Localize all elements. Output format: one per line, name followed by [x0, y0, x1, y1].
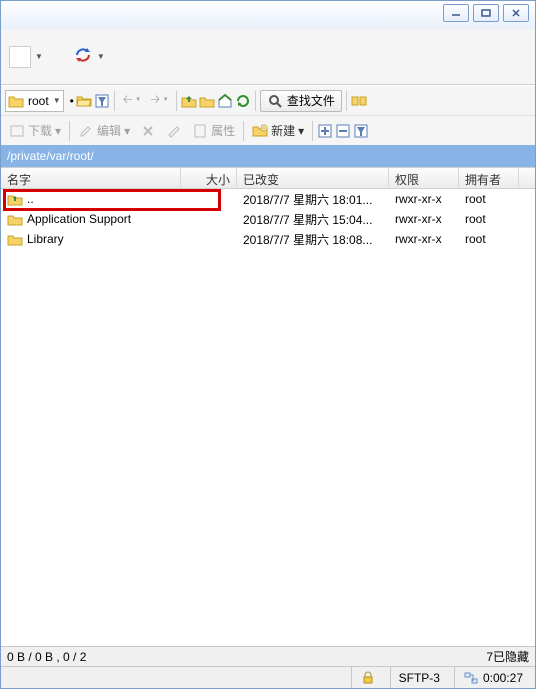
download-icon [9, 123, 25, 139]
address-combo[interactable]: root ▼ [5, 90, 64, 112]
maximize-button[interactable] [473, 4, 499, 22]
column-headers[interactable]: 名字 大小 已改变 权限 拥有者 [1, 167, 535, 189]
filter-icon[interactable] [94, 93, 110, 109]
refresh-dropdown[interactable]: ▼ [73, 45, 105, 68]
list-item[interactable]: Application Support 2018/7/7 星期六 15:04...… [1, 209, 535, 229]
parent-folder-icon[interactable] [181, 93, 197, 109]
edit-icon [78, 123, 94, 139]
download-button[interactable]: 下载 ▾ [5, 120, 65, 141]
file-name: Application Support [27, 212, 131, 226]
protocol-label: SFTP-3 [399, 671, 440, 685]
rename-button[interactable] [162, 121, 186, 141]
status-right: 7已隐藏 [486, 648, 529, 665]
home-icon[interactable] [217, 93, 233, 109]
list-item[interactable]: Library 2018/7/7 星期六 18:08...rwxr-xr-xroo… [1, 229, 535, 249]
connection-icon [463, 670, 479, 686]
col-size[interactable]: 大小 [181, 168, 237, 188]
reload-icon[interactable] [235, 93, 251, 109]
find-files-button[interactable]: 查找文件 [260, 90, 342, 112]
col-owner[interactable]: 拥有者 [459, 168, 519, 188]
file-modified: 2018/7/7 星期六 18:01... [237, 191, 389, 208]
minus-box-icon[interactable] [335, 123, 351, 139]
file-name: Library [27, 232, 64, 246]
folder-icon [7, 232, 23, 246]
new-folder-icon [252, 123, 268, 139]
col-perm[interactable]: 权限 [389, 168, 459, 188]
file-list[interactable]: ..2018/7/7 星期六 18:01...rwxr-xr-xrootAppl… [1, 189, 535, 646]
open-folder-icon[interactable] [76, 93, 92, 109]
sync-icon[interactable] [351, 93, 367, 109]
plus-box-icon[interactable] [317, 123, 333, 139]
path-text: /private/var/root/ [7, 149, 94, 163]
search-icon [267, 93, 283, 109]
folder-icon [7, 212, 23, 226]
file-modified: 2018/7/7 星期六 18:08... [237, 231, 389, 248]
properties-icon [192, 123, 208, 139]
file-owner: root [459, 232, 519, 246]
folder-up-icon [7, 192, 23, 206]
forward-button[interactable]: 🡢 ▾ [146, 88, 172, 113]
address-text: root [24, 94, 53, 108]
find-files-label: 查找文件 [287, 92, 335, 109]
delete-icon [140, 123, 156, 139]
file-name: .. [27, 192, 34, 206]
close-button[interactable] [503, 4, 529, 22]
edit-button[interactable]: 编辑 ▾ [74, 120, 134, 141]
file-modified: 2018/7/7 星期六 15:04... [237, 211, 389, 228]
time-label: 0:00:27 [483, 671, 523, 685]
refresh-icon [73, 45, 93, 68]
col-modified[interactable]: 已改变 [237, 168, 389, 188]
session-dropdown[interactable]: ▼ [9, 46, 43, 68]
file-owner: root [459, 192, 519, 206]
new-button[interactable]: 新建 ▾ [248, 120, 308, 141]
col-name[interactable]: 名字 [1, 168, 181, 188]
file-perm: rwxr-xr-x [389, 212, 459, 226]
delete-button[interactable] [136, 121, 160, 141]
folder-icon [8, 94, 24, 108]
minimize-button[interactable] [443, 4, 469, 22]
properties-button[interactable]: 属性 [188, 120, 239, 141]
root-folder-icon[interactable] [199, 93, 215, 109]
back-button[interactable]: 🡠 ▾ [119, 88, 145, 113]
path-bar: /private/var/root/ [1, 145, 535, 167]
filter-box-icon[interactable] [353, 123, 369, 139]
status-left: 0 B / 0 B , 0 / 2 [7, 650, 86, 664]
file-perm: rwxr-xr-x [389, 232, 459, 246]
file-owner: root [459, 212, 519, 226]
file-perm: rwxr-xr-x [389, 192, 459, 206]
rename-icon [166, 123, 182, 139]
list-item[interactable]: .. 2018/7/7 星期六 18:01...rwxr-xr-xroot [1, 189, 535, 209]
lock-icon [360, 670, 376, 686]
